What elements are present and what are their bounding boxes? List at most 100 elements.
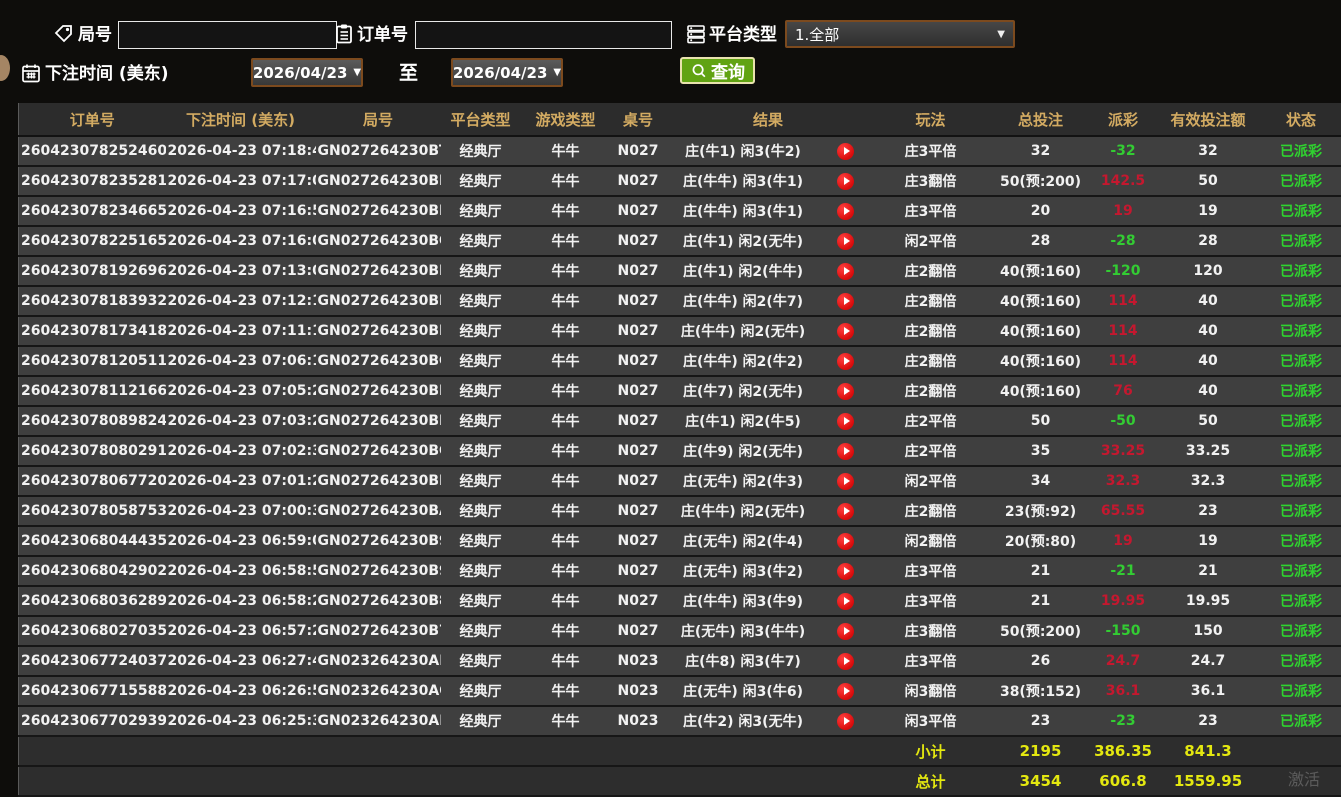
platform-type-select[interactable]: 1.全部 ▼	[785, 20, 1015, 48]
play-icon[interactable]	[837, 473, 854, 490]
table-header-row: 订单号 下注时间 (美东) 局号 平台类型 游戏类型 桌号 结果 玩法 总投注 …	[19, 103, 1341, 136]
cell-result: 庄(牛8) 闲3(牛7)	[666, 646, 821, 676]
cell-total-bet: 40(预:160)	[991, 286, 1091, 316]
play-icon[interactable]	[837, 173, 854, 190]
play-icon[interactable]	[837, 533, 854, 550]
play-icon[interactable]	[837, 503, 854, 520]
play-icon[interactable]	[837, 383, 854, 400]
platform-type-value: 1.全部	[795, 24, 839, 45]
date-to-picker[interactable]: 2026/04/23 ▼	[451, 58, 563, 87]
cell-valid-bet: 50	[1156, 166, 1261, 196]
cell-play-type: 庄2翻倍	[871, 256, 991, 286]
cell-game-type: 牛牛	[521, 706, 611, 736]
query-button[interactable]: 查询	[680, 57, 755, 84]
cell-replay	[821, 526, 871, 556]
cell-round-no: GN023264230AP	[316, 646, 441, 676]
cell-result: 庄(牛9) 闲2(无牛)	[666, 436, 821, 466]
cell-platform: 经典厅	[441, 436, 521, 466]
cell-valid-bet: 23	[1156, 496, 1261, 526]
table-row: 2604230780802912026-04-23 07:02:33GN0272…	[19, 436, 1341, 466]
cell-valid-bet: 21	[1156, 556, 1261, 586]
filter-bar: 局号 订单号 平台类型 1.全部 ▼ 下注时间 (美东) 2026/04/23 …	[0, 0, 1341, 103]
play-icon[interactable]	[837, 233, 854, 250]
play-icon[interactable]	[837, 293, 854, 310]
cell-replay	[821, 346, 871, 376]
cell-replay	[821, 706, 871, 736]
table-row: 2604230781839322026-04-23 07:12:12GN0272…	[19, 286, 1341, 316]
cell-status: 已派彩	[1261, 196, 1341, 226]
cell-table-no: N027	[611, 466, 666, 496]
cell-payout: 76	[1091, 376, 1156, 406]
cell-platform: 经典厅	[441, 196, 521, 226]
cell-platform: 经典厅	[441, 256, 521, 286]
play-icon[interactable]	[837, 593, 854, 610]
play-icon[interactable]	[837, 323, 854, 340]
cell-order-no: 260423067715588	[19, 676, 166, 706]
play-icon[interactable]	[837, 443, 854, 460]
play-icon[interactable]	[837, 653, 854, 670]
cell-valid-bet: 40	[1156, 286, 1261, 316]
table-row: 2604230781121662026-04-23 07:05:27GN0272…	[19, 376, 1341, 406]
cell-replay	[821, 286, 871, 316]
cell-bet-time: 2026-04-23 06:25:38	[166, 706, 316, 736]
play-icon[interactable]	[837, 263, 854, 280]
cell-round-no: GN027264230B9	[316, 526, 441, 556]
round-no-input[interactable]	[118, 21, 337, 49]
cell-round-no: GN027264230BG	[316, 346, 441, 376]
cell-round-no: GN023264230AO	[316, 676, 441, 706]
to-label: 至	[399, 59, 418, 87]
cell-round-no: GN027264230BF	[316, 376, 441, 406]
cell-play-type: 闲2翻倍	[871, 526, 991, 556]
cell-game-type: 牛牛	[521, 616, 611, 646]
cell-payout: -150	[1091, 616, 1156, 646]
cell-platform: 经典厅	[441, 286, 521, 316]
date-from-picker[interactable]: 2026/04/23 ▼	[251, 58, 363, 87]
table-row: 2604230780677202026-04-23 07:01:29GN0272…	[19, 466, 1341, 496]
cell-table-no: N027	[611, 376, 666, 406]
cell-game-type: 牛牛	[521, 646, 611, 676]
play-icon[interactable]	[837, 353, 854, 370]
cell-round-no: GN027264230BN	[316, 256, 441, 286]
subtotal-valid: 841.3	[1156, 736, 1261, 766]
play-icon[interactable]	[837, 413, 854, 430]
cell-status: 已派彩	[1261, 376, 1341, 406]
header-table-no: 桌号	[611, 103, 666, 136]
cell-order-no: 260423078067720	[19, 466, 166, 496]
cell-result: 庄(牛1) 闲3(牛2)	[666, 136, 821, 166]
cell-bet-time: 2026-04-23 07:17:02	[166, 166, 316, 196]
play-icon[interactable]	[837, 683, 854, 700]
header-status: 状态	[1261, 103, 1341, 136]
cell-valid-bet: 150	[1156, 616, 1261, 646]
cell-total-bet: 40(预:160)	[991, 346, 1091, 376]
table-row: 2604230782352812026-04-23 07:17:02GN0272…	[19, 166, 1341, 196]
search-icon	[690, 62, 708, 80]
cell-play-type: 庄3翻倍	[871, 616, 991, 646]
query-button-label: 查询	[711, 58, 745, 83]
table-row: 2604230677155882026-04-23 06:26:54GN0232…	[19, 676, 1341, 706]
cell-round-no: GN027264230BL	[316, 316, 441, 346]
cell-status: 已派彩	[1261, 676, 1341, 706]
cell-status: 已派彩	[1261, 436, 1341, 466]
cell-status: 已派彩	[1261, 706, 1341, 736]
cell-order-no: 260423067702939	[19, 706, 166, 736]
order-no-input[interactable]	[415, 21, 672, 49]
cell-round-no: GN027264230BD	[316, 406, 441, 436]
cell-order-no: 260423078252460	[19, 136, 166, 166]
cell-valid-bet: 32	[1156, 136, 1261, 166]
cell-bet-time: 2026-04-23 06:26:54	[166, 676, 316, 706]
cell-game-type: 牛牛	[521, 406, 611, 436]
cell-result: 庄(无牛) 闲3(牛2)	[666, 556, 821, 586]
cell-order-no: 260423067724037	[19, 646, 166, 676]
cell-payout: 114	[1091, 286, 1156, 316]
cell-result: 庄(牛牛) 闲3(牛1)	[666, 196, 821, 226]
cell-bet-time: 2026-04-23 06:27:42	[166, 646, 316, 676]
play-icon[interactable]	[837, 143, 854, 160]
cell-table-no: N027	[611, 526, 666, 556]
cell-game-type: 牛牛	[521, 676, 611, 706]
cell-table-no: N027	[611, 286, 666, 316]
play-icon[interactable]	[837, 563, 854, 580]
play-icon[interactable]	[837, 623, 854, 640]
play-icon[interactable]	[837, 203, 854, 220]
play-icon[interactable]	[837, 713, 854, 730]
cell-total-bet: 26	[991, 646, 1091, 676]
